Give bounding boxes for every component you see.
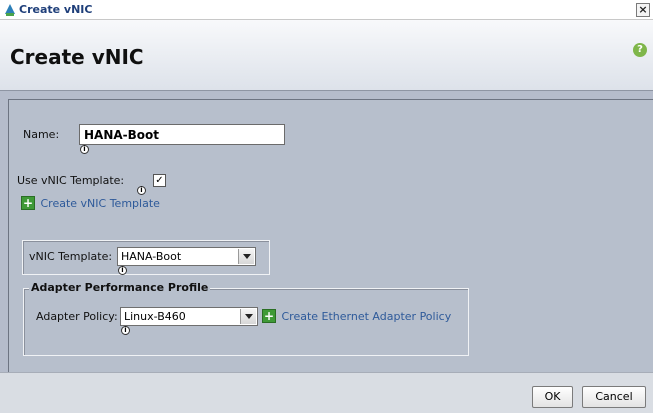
- dialog-body: Name: HANA-Boot i Use vNIC Template: ✓ i…: [0, 90, 653, 373]
- info-icon[interactable]: i: [80, 145, 89, 154]
- cancel-button[interactable]: Cancel: [582, 386, 646, 408]
- info-icon[interactable]: i: [118, 266, 127, 275]
- add-icon: +: [21, 196, 35, 210]
- app-icon: [5, 4, 15, 16]
- vnic-template-label: vNIC Template:: [29, 250, 113, 263]
- name-field[interactable]: HANA-Boot: [79, 124, 285, 145]
- adapter-policy-select[interactable]: Linux-B460: [120, 307, 258, 326]
- ok-button[interactable]: OK: [532, 386, 573, 408]
- vnic-template-select[interactable]: HANA-Boot: [117, 247, 256, 266]
- window-titlebar: Create vNIC ×: [0, 0, 653, 20]
- add-icon: +: [262, 309, 276, 323]
- info-icon[interactable]: i: [121, 326, 130, 335]
- help-icon[interactable]: ?: [633, 43, 647, 57]
- dialog-header: Create vNIC ?: [0, 20, 653, 90]
- create-ethernet-adapter-policy-label: Create Ethernet Adapter Policy: [281, 309, 452, 323]
- form-panel: Name: HANA-Boot i Use vNIC Template: ✓ i…: [8, 99, 653, 373]
- name-label: Name:: [23, 128, 60, 141]
- create-ethernet-adapter-policy-link[interactable]: + Create Ethernet Adapter Policy: [262, 309, 451, 325]
- adapter-performance-title: Adapter Performance Profile: [29, 281, 211, 294]
- use-template-label: Use vNIC Template:: [17, 174, 125, 187]
- chevron-down-icon[interactable]: [240, 309, 256, 324]
- vnic-template-value: HANA-Boot: [121, 250, 182, 263]
- adapter-policy-label: Adapter Policy:: [36, 310, 118, 323]
- use-template-checkbox[interactable]: ✓: [153, 174, 166, 187]
- info-icon[interactable]: i: [137, 186, 146, 195]
- adapter-policy-value: Linux-B460: [124, 310, 186, 323]
- close-icon[interactable]: ×: [636, 3, 650, 17]
- create-vnic-template-label: Create vNIC Template: [40, 196, 160, 210]
- dialog-footer: OK Cancel: [0, 372, 653, 413]
- window-title: Create vNIC: [19, 3, 93, 16]
- create-vnic-template-link[interactable]: + Create vNIC Template: [21, 196, 160, 212]
- chevron-down-icon[interactable]: [238, 249, 254, 264]
- page-title: Create vNIC: [10, 45, 144, 69]
